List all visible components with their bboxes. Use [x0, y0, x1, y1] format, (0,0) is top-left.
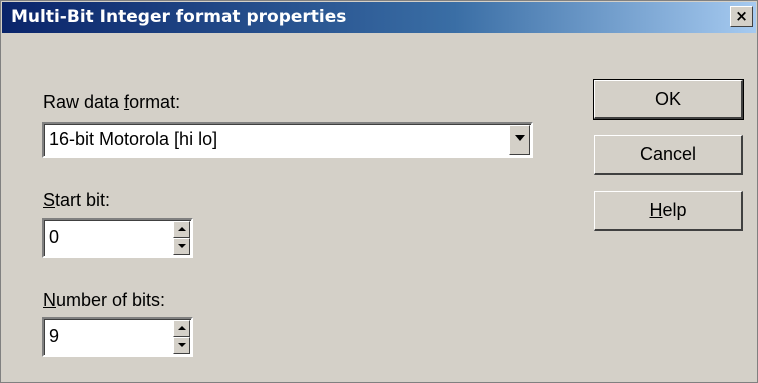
- window-title: Multi-Bit Integer format properties: [11, 7, 347, 27]
- dialog-window: Multi-Bit Integer format properties × Ra…: [0, 0, 758, 383]
- help-button-label: Help: [649, 200, 687, 220]
- ok-button[interactable]: OK: [593, 79, 744, 120]
- chevron-down-icon: [515, 135, 525, 141]
- ok-button-label: OK: [654, 89, 681, 109]
- num-bits-spinbox[interactable]: 9: [42, 317, 193, 357]
- raw-format-select[interactable]: 16-bit Motorola [hi lo]: [42, 122, 533, 158]
- arrow-up-icon: [178, 227, 186, 231]
- close-icon: ×: [735, 7, 748, 25]
- raw-format-label: Raw data format:: [43, 92, 181, 112]
- num-bits-down-button[interactable]: [173, 337, 190, 354]
- arrow-down-icon: [178, 244, 186, 248]
- close-button[interactable]: ×: [730, 6, 753, 27]
- num-bits-value: 9: [49, 326, 60, 346]
- start-bit-down-button[interactable]: [173, 238, 190, 255]
- num-bits-label: Number of bits:: [43, 290, 166, 310]
- arrow-down-icon: [178, 343, 186, 347]
- start-bit-value: 0: [49, 227, 60, 247]
- start-bit-up-button[interactable]: [173, 221, 190, 238]
- cancel-button-label: Cancel: [639, 144, 697, 164]
- title-bar[interactable]: Multi-Bit Integer format properties ×: [2, 2, 756, 33]
- cancel-button[interactable]: Cancel: [594, 135, 743, 175]
- start-bit-spinbox[interactable]: 0: [42, 218, 193, 258]
- raw-format-dropdown-button[interactable]: [509, 125, 530, 155]
- raw-format-selected-value: 16-bit Motorola [hi lo]: [49, 129, 218, 149]
- arrow-up-icon: [178, 326, 186, 330]
- start-bit-label: Start bit:: [43, 190, 111, 210]
- help-button[interactable]: Help: [594, 191, 743, 231]
- num-bits-up-button[interactable]: [173, 320, 190, 337]
